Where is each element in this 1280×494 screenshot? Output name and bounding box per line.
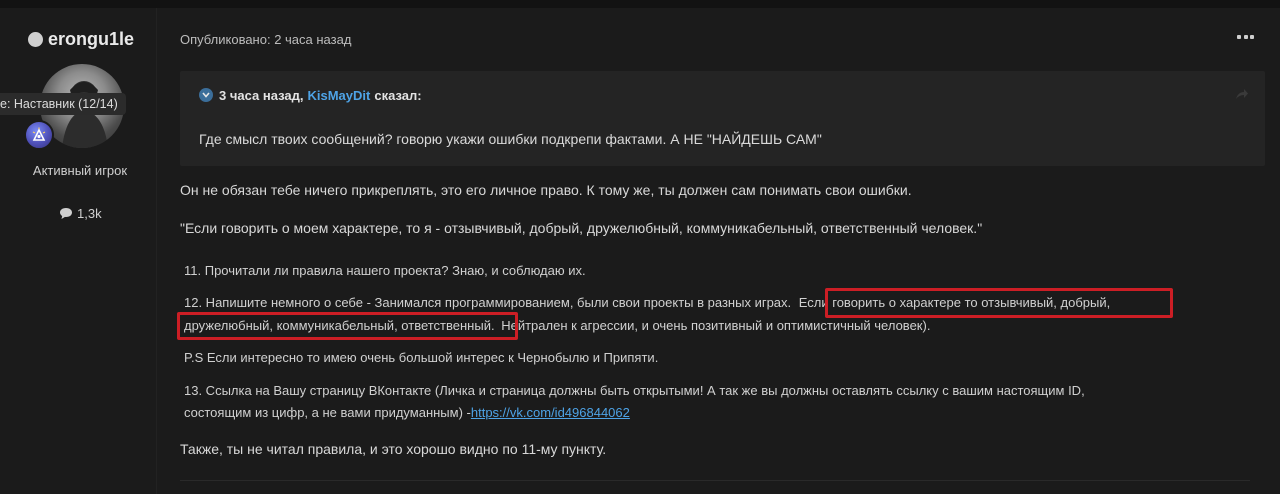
author-name-text[interactable]: erongu1le: [48, 29, 134, 50]
post-divider: [180, 480, 1250, 481]
item12-text-rest: Нейтрален к агрессии, и очень позитивный…: [501, 318, 931, 333]
item12-text-start: 12. Напишите немного о себе - Занимался …: [184, 295, 792, 310]
highlight-box-2: [177, 312, 518, 340]
paragraph-1: Он не обязан тебе ничего прикреплять, эт…: [180, 182, 912, 198]
vk-link[interactable]: https://vk.com/id496844062: [471, 405, 630, 420]
title-tooltip: e: Наставник (12/14): [0, 93, 126, 115]
reputation-value: 1,3k: [77, 205, 102, 221]
form-item-11: 11. Прочитали ли правила нашего проекта?…: [184, 263, 586, 278]
online-dot-icon: [28, 31, 43, 47]
item13-text: состоящим из цифр, а не вами придуманным…: [184, 405, 471, 420]
paragraph-2: "Если говорить о моем характере, то я - …: [180, 220, 983, 236]
reputation-count: 1,3k: [59, 204, 102, 222]
quote-time[interactable]: 3 часа назад,: [219, 88, 303, 103]
comment-icon: [60, 207, 72, 219]
post-date[interactable]: Опубликовано: 2 часа назад: [180, 32, 351, 47]
badge-icon[interactable]: [24, 120, 54, 150]
quote-chevron-icon[interactable]: [199, 88, 213, 102]
share-icon[interactable]: [1235, 88, 1249, 100]
form-item-13-line1: 13. Ссылка на Вашу страницу ВКонтакте (Л…: [184, 383, 1085, 398]
form-item-13-line2: состоящим из цифр, а не вами придуманным…: [184, 405, 630, 420]
quote-author-link[interactable]: KisMayDit: [307, 88, 370, 103]
quote-block: 3 часа назад, KisMayDit сказал: Где смыс…: [180, 71, 1265, 166]
author-name[interactable]: erongu1le: [28, 28, 134, 50]
quote-citation: 3 часа назад, KisMayDit сказал:: [199, 86, 422, 104]
quote-text: Где смысл твоих сообщений? говорю укажи …: [199, 131, 822, 147]
member-rank: Активный игрок: [32, 163, 128, 178]
column-separator: [156, 8, 157, 494]
quote-said: сказал:: [374, 87, 422, 103]
more-icon[interactable]: [1237, 35, 1254, 41]
form-ps: P.S Если интересно то имею очень большой…: [184, 350, 659, 365]
closing-paragraph: Также, ты не читал правила, и это хорошо…: [180, 441, 607, 457]
highlight-box-1: [825, 288, 1173, 318]
top-bar: [0, 0, 1280, 8]
